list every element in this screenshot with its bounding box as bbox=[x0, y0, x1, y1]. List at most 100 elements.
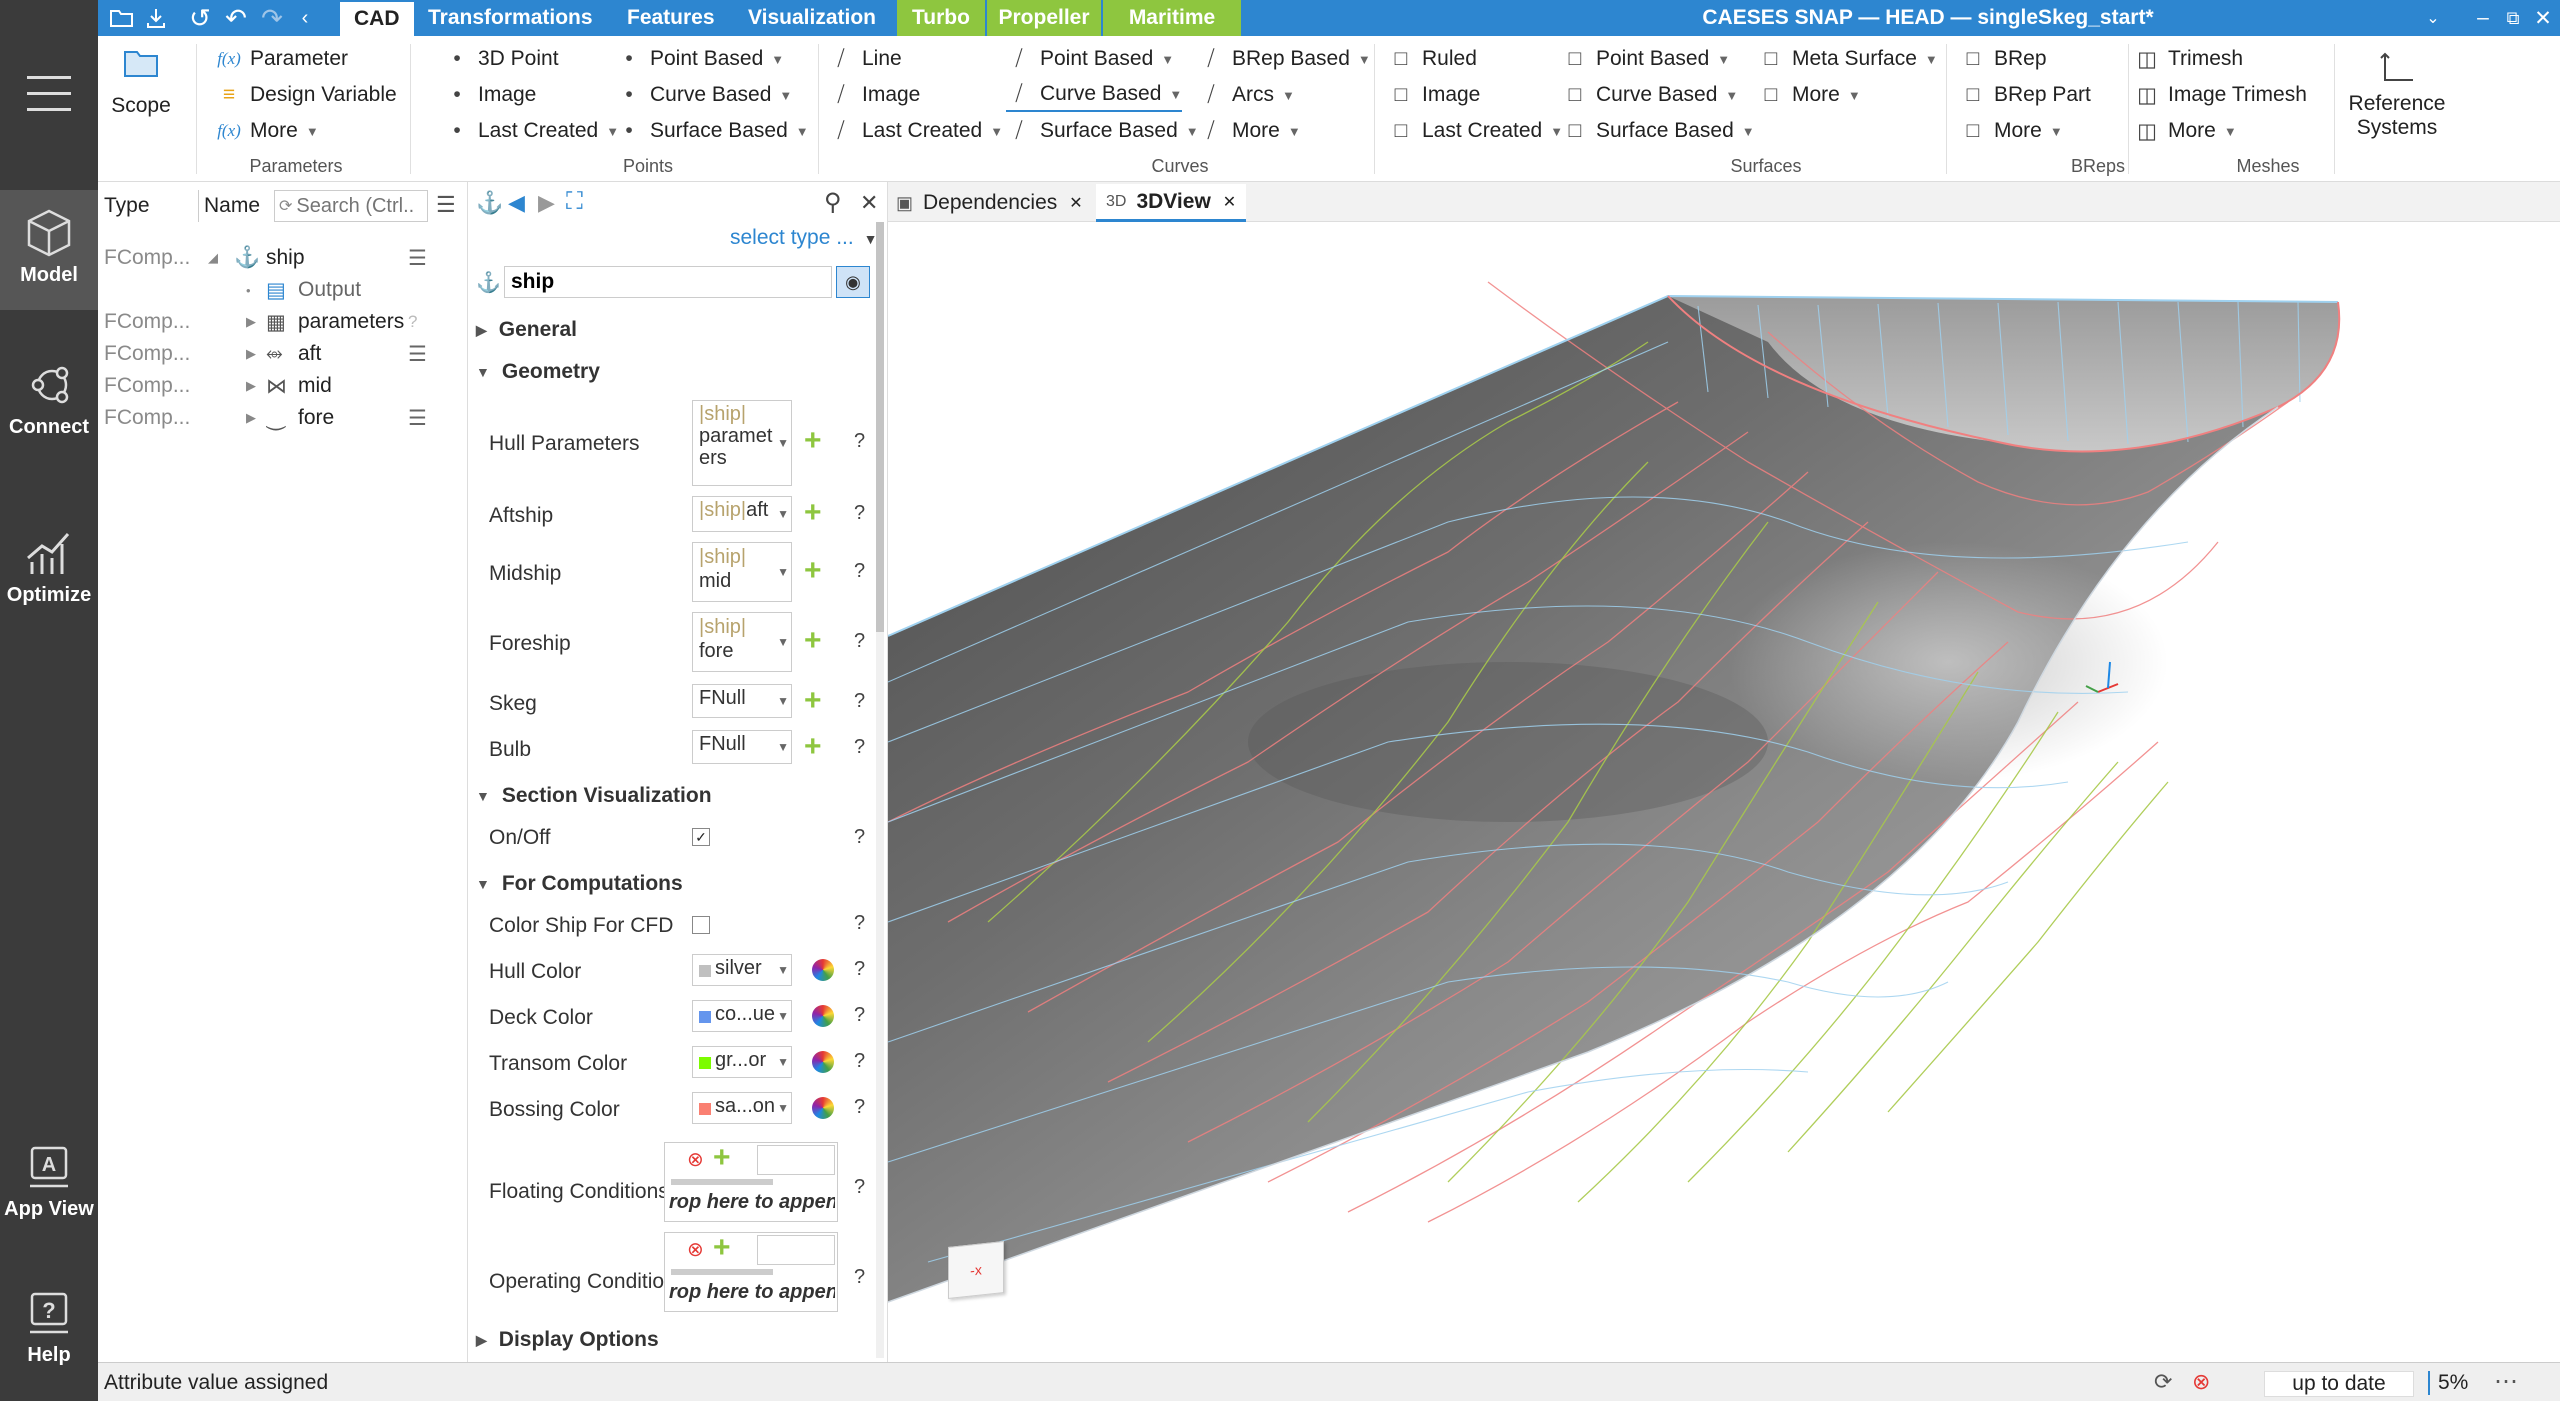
help-question-icon[interactable]: ? bbox=[854, 1176, 865, 1199]
view-cube-icon[interactable]: -x bbox=[948, 1241, 1004, 1299]
surface-meta-surface-button[interactable]: □ Meta Surface ▼ bbox=[1758, 42, 1938, 76]
back-arrow-icon[interactable]: ◀ bbox=[508, 190, 525, 216]
point-3d-button[interactable]: • 3D Point bbox=[444, 42, 558, 76]
expand-arrow-icon[interactable]: ▶ bbox=[246, 314, 256, 330]
deck-color-field[interactable]: co...ue ▼ bbox=[692, 1000, 792, 1032]
tab-turbo[interactable]: Turbo bbox=[897, 0, 985, 36]
scope-button[interactable]: Scope bbox=[106, 48, 176, 118]
chevron-down-icon[interactable]: ⌄ bbox=[2418, 0, 2448, 36]
color-wheel-icon[interactable] bbox=[812, 1051, 834, 1073]
surface-image-button[interactable]: □ Image bbox=[1388, 78, 1481, 112]
add-icon[interactable]: + bbox=[804, 426, 822, 456]
curve-arcs-button[interactable]: ⧸ Arcs ▼ bbox=[1198, 78, 1294, 112]
anchor-icon[interactable]: ⚓ bbox=[476, 190, 503, 216]
parameters-more-button[interactable]: f(x) More ▼ bbox=[216, 114, 319, 148]
help-question-icon[interactable]: ? bbox=[854, 736, 865, 759]
object-name-input[interactable] bbox=[504, 266, 832, 298]
search-icon[interactable]: ⚲ bbox=[824, 188, 842, 217]
meshes-more-button[interactable]: ◫ More ▼ bbox=[2134, 114, 2237, 148]
add-icon[interactable]: + bbox=[713, 1141, 731, 1175]
add-icon[interactable]: + bbox=[804, 686, 822, 716]
trimesh-button[interactable]: ◫ Trimesh bbox=[2134, 42, 2243, 76]
list-input[interactable] bbox=[757, 1235, 835, 1265]
close-icon[interactable]: ✕ bbox=[860, 190, 878, 216]
section-geometry[interactable]: ▼ Geometry bbox=[476, 360, 600, 384]
hull-surface-render[interactable] bbox=[888, 222, 2560, 1362]
close-window-icon[interactable]: ✕ bbox=[2528, 0, 2558, 36]
tree-row-output[interactable]: • ▤ Output bbox=[98, 274, 468, 306]
help-question-icon[interactable]: ? bbox=[854, 1096, 865, 1119]
forward-arrow-icon[interactable]: ▶ bbox=[538, 190, 555, 216]
section-general[interactable]: ▶ General bbox=[476, 318, 577, 342]
settings-slider-icon[interactable]: ☰ bbox=[408, 406, 427, 431]
surface-more-button[interactable]: □ More ▼ bbox=[1758, 78, 1861, 112]
tab-features[interactable]: Features bbox=[613, 0, 729, 36]
point-image-button[interactable]: • Image bbox=[444, 78, 536, 112]
brep-more-button[interactable]: □ More ▼ bbox=[1960, 114, 2063, 148]
drop-zone-text[interactable]: rop here to appen bbox=[669, 1281, 835, 1304]
tree-row-mid[interactable]: FComp... ▶ ⋈ mid bbox=[98, 370, 468, 402]
operating-conditions-list[interactable]: ⊗ + rop here to appen bbox=[664, 1231, 838, 1312]
expand-arrow-icon[interactable]: ▶ bbox=[246, 410, 256, 426]
surface-ruled-button[interactable]: □ Ruled bbox=[1388, 42, 1477, 76]
help-question-icon[interactable]: ? bbox=[854, 912, 865, 935]
color-ship-cfd-checkbox[interactable] bbox=[692, 916, 710, 934]
reference-systems-button[interactable]: Reference Systems bbox=[2342, 50, 2452, 140]
drop-zone-text[interactable]: rop here to appen bbox=[669, 1191, 835, 1214]
nav-model[interactable]: Model bbox=[0, 190, 98, 310]
hamburger-menu-icon[interactable] bbox=[27, 72, 71, 112]
parameter-button[interactable]: f(x) Parameter bbox=[216, 42, 348, 76]
open-folder-icon[interactable] bbox=[108, 0, 136, 36]
restore-icon[interactable]: ⧉ bbox=[2498, 0, 2528, 36]
tree-col-name[interactable]: Name bbox=[204, 190, 260, 222]
expand-arrow-icon[interactable]: ▶ bbox=[246, 346, 256, 362]
help-question-icon[interactable]: ? bbox=[854, 826, 865, 849]
tab-propeller[interactable]: Propeller bbox=[987, 0, 1101, 36]
nav-connect[interactable]: Connect bbox=[0, 360, 98, 460]
bulb-field[interactable]: FNull ▼ bbox=[692, 730, 792, 764]
help-question-icon[interactable]: ? bbox=[854, 690, 865, 713]
image-trimesh-button[interactable]: ◫ Image Trimesh bbox=[2134, 78, 2307, 112]
close-tab-icon[interactable]: ✕ bbox=[1069, 193, 1082, 213]
skeg-field[interactable]: FNull ▼ bbox=[692, 684, 792, 718]
list-scrollbar[interactable] bbox=[671, 1179, 773, 1185]
help-question-icon[interactable]: ? bbox=[854, 630, 865, 653]
surface-point-based-button[interactable]: □ Point Based ▼ bbox=[1562, 42, 1730, 76]
3d-viewport[interactable]: -x bbox=[888, 222, 2560, 1362]
remove-icon[interactable]: ⊗ bbox=[687, 1147, 704, 1172]
expand-arrow-icon[interactable]: ◢ bbox=[208, 250, 218, 266]
nav-help[interactable]: ? Help bbox=[0, 1288, 98, 1388]
transom-color-field[interactable]: gr...or ▼ bbox=[692, 1046, 792, 1078]
tree-search-input[interactable] bbox=[296, 194, 415, 218]
curve-more-button[interactable]: ⧸ More ▼ bbox=[1198, 114, 1300, 148]
floating-conditions-list[interactable]: ⊗ + rop here to appen bbox=[664, 1141, 838, 1222]
settings-slider-icon[interactable]: ☰ bbox=[408, 342, 427, 367]
surface-surface-based-button[interactable]: □ Surface Based ▼ bbox=[1562, 114, 1755, 148]
surface-curve-based-button[interactable]: □ Curve Based ▼ bbox=[1562, 78, 1739, 112]
point-last-created-button[interactable]: • Last Created ▼ bbox=[444, 114, 619, 148]
more-options-icon[interactable]: ⋯ bbox=[2494, 1367, 2518, 1396]
collapse-arrow-icon[interactable]: ‹ bbox=[294, 0, 316, 36]
list-scrollbar[interactable] bbox=[671, 1269, 773, 1275]
fit-view-icon[interactable]: ⛶ bbox=[566, 188, 583, 216]
help-question-icon[interactable]: ? bbox=[854, 560, 865, 583]
save-icon[interactable] bbox=[142, 0, 170, 36]
help-question-icon[interactable]: ? bbox=[408, 312, 417, 332]
brep-part-button[interactable]: □ BRep Part bbox=[1960, 78, 2091, 112]
add-icon[interactable]: + bbox=[713, 1231, 731, 1265]
point-point-based-button[interactable]: • Point Based ▼ bbox=[616, 42, 784, 76]
curve-image-button[interactable]: ⧸ Image bbox=[828, 78, 920, 112]
hull-color-field[interactable]: silver ▼ bbox=[692, 954, 792, 986]
nav-optimize[interactable]: Optimize bbox=[0, 528, 98, 628]
surface-last-created-button[interactable]: □ Last Created ▼ bbox=[1388, 114, 1563, 148]
help-question-icon[interactable]: ? bbox=[854, 502, 865, 525]
redo-icon[interactable]: ↷ bbox=[258, 0, 286, 36]
remove-icon[interactable]: ⊗ bbox=[687, 1237, 704, 1262]
history-icon[interactable]: ⟳ bbox=[2154, 1369, 2172, 1395]
minimize-icon[interactable]: – bbox=[2468, 0, 2498, 36]
add-icon[interactable]: + bbox=[804, 732, 822, 762]
curve-last-created-button[interactable]: ⧸ Last Created ▼ bbox=[828, 114, 1003, 148]
brep-button[interactable]: □ BRep bbox=[1960, 42, 2047, 76]
scrollbar-thumb[interactable] bbox=[876, 222, 884, 632]
list-input[interactable] bbox=[757, 1145, 835, 1175]
